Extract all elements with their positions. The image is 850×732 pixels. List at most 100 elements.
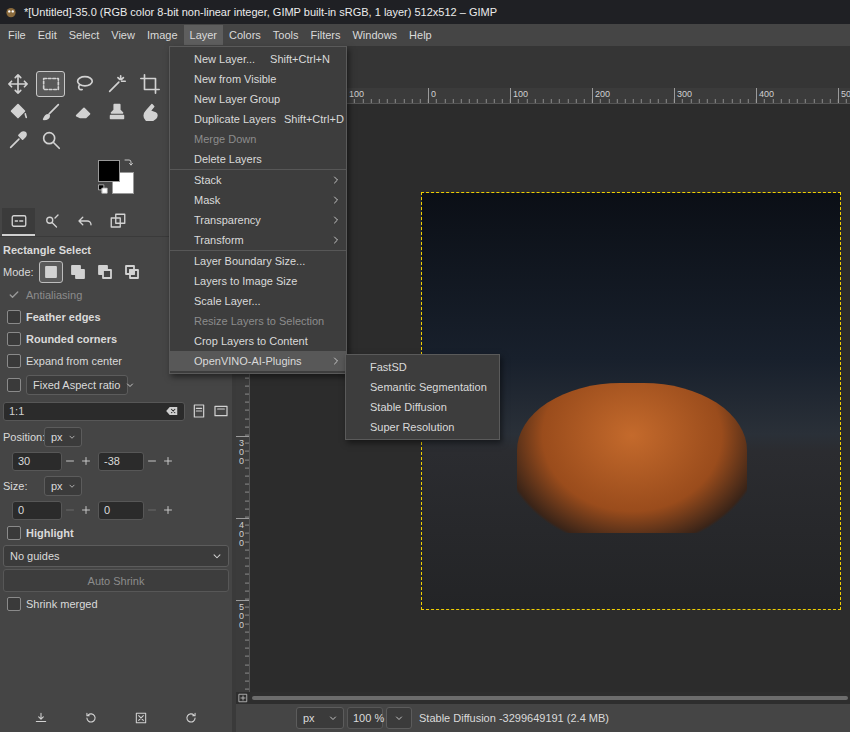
menu-edit[interactable]: Edit — [32, 25, 63, 45]
option-label[interactable]: Rounded corners — [26, 333, 117, 345]
unit-dropdown[interactable]: px — [296, 707, 344, 729]
crop-tool[interactable] — [135, 71, 164, 97]
menu-item[interactable]: Transform — [170, 230, 346, 250]
clear-icon[interactable] — [165, 404, 179, 418]
dock-tab[interactable] — [2, 208, 35, 236]
eraser-tool[interactable] — [69, 99, 98, 125]
add-mode-button[interactable] — [66, 261, 90, 283]
spin-field[interactable]: 0 — [98, 501, 144, 520]
menu-item[interactable]: Stack — [170, 170, 346, 190]
menu-colors[interactable]: Colors — [223, 25, 267, 45]
fixed-dropdown[interactable]: Fixed Aspect ratio — [26, 375, 128, 395]
menu-item[interactable]: New Layer...Shift+Ctrl+N — [170, 49, 346, 69]
menu-item-label: Transform — [194, 234, 330, 246]
menu-item[interactable]: Crop Layers to Content — [170, 331, 346, 351]
menu-item[interactable]: Scale Layer... — [170, 291, 346, 311]
decrement-button[interactable] — [62, 452, 78, 471]
dock-tab[interactable] — [68, 208, 101, 236]
clone-tool[interactable] — [102, 99, 131, 125]
swap-colors-icon[interactable] — [122, 158, 134, 170]
ruler-label: 400 — [759, 90, 774, 99]
move-tool[interactable] — [3, 71, 32, 97]
menu-file[interactable]: File — [2, 25, 32, 45]
landscape-icon[interactable] — [213, 403, 229, 419]
dock-tab[interactable] — [35, 208, 68, 236]
restore-icon[interactable] — [84, 711, 98, 725]
unit-dropdown[interactable]: px — [44, 427, 82, 447]
menu-item[interactable]: New from Visible — [170, 69, 346, 89]
fixed-checkbox[interactable] — [7, 378, 21, 392]
guides-dropdown[interactable]: No guides — [3, 545, 229, 567]
menu-filters[interactable]: Filters — [305, 25, 347, 45]
option-checkbox[interactable] — [7, 332, 21, 346]
reset-icon[interactable] — [184, 711, 198, 725]
bucket-fill-tool[interactable] — [3, 99, 32, 125]
ruler-label: 500 — [841, 90, 850, 99]
highlight-checkbox[interactable] — [7, 526, 21, 540]
shrink-merged-checkbox[interactable] — [7, 597, 21, 611]
increment-button[interactable] — [160, 501, 176, 520]
increment-button[interactable] — [78, 501, 94, 520]
replace-icon — [43, 264, 59, 280]
navigate-icon[interactable] — [238, 693, 248, 703]
tool-options-icon — [10, 212, 28, 230]
ratio-field[interactable]: 1:1 — [3, 402, 185, 421]
menu-item[interactable]: Duplicate LayersShift+Ctrl+D — [170, 109, 346, 129]
shrink-merged-label[interactable]: Shrink merged — [26, 598, 98, 610]
delete-icon[interactable] — [134, 711, 148, 725]
submenu-item[interactable]: Semantic Segmentation — [346, 377, 499, 397]
submenu-item[interactable]: FastSD — [346, 357, 499, 377]
menu-select[interactable]: Select — [63, 25, 106, 45]
horizontal-scrollbar[interactable] — [250, 692, 850, 704]
foreground-color[interactable] — [98, 160, 120, 182]
menu-help[interactable]: Help — [403, 25, 438, 45]
portrait-icon[interactable] — [191, 403, 207, 419]
menu-item[interactable]: OpenVINO-AI-Plugins — [170, 351, 346, 371]
smudge-tool[interactable] — [135, 99, 164, 125]
chevron-down-icon — [67, 432, 77, 442]
chevron-down-icon — [393, 712, 405, 724]
color-picker-tool[interactable] — [3, 127, 32, 153]
option-label[interactable]: Expand from center — [26, 355, 122, 367]
menu-view[interactable]: View — [105, 25, 141, 45]
paintbrush-tool[interactable] — [36, 99, 65, 125]
option-checkbox[interactable] — [7, 310, 21, 324]
menu-item[interactable]: New Layer Group — [170, 89, 346, 109]
option-checkbox[interactable] — [7, 354, 21, 368]
rect-select-tool[interactable] — [36, 71, 65, 97]
submenu-item[interactable]: Super Resolution — [346, 417, 499, 437]
menu-item[interactable]: Transparency — [170, 210, 346, 230]
zoom-dropdown[interactable] — [386, 707, 412, 729]
unit-dropdown[interactable]: px — [44, 476, 82, 496]
menu-layer[interactable]: Layer — [184, 25, 224, 45]
zoom-field[interactable]: 100 % — [347, 707, 383, 729]
spin-field[interactable]: -38 — [98, 452, 144, 471]
move-icon — [7, 73, 29, 95]
menu-tools[interactable]: Tools — [267, 25, 305, 45]
menu-image[interactable]: Image — [141, 25, 184, 45]
spin-field[interactable]: 0 — [12, 501, 62, 520]
subtract-mode-button[interactable] — [93, 261, 117, 283]
lasso-tool[interactable] — [69, 71, 98, 97]
submenu-arrow-icon — [330, 355, 342, 367]
intersect-mode-button[interactable] — [120, 261, 144, 283]
spin-field[interactable]: 30 — [12, 452, 62, 471]
menu-item[interactable]: Layer Boundary Size... — [170, 251, 346, 271]
menu-item[interactable]: Mask — [170, 190, 346, 210]
menu-item[interactable]: Layers to Image Size — [170, 271, 346, 291]
submenu-item[interactable]: Stable Diffusion — [346, 397, 499, 417]
replace-mode-button[interactable] — [39, 261, 63, 283]
zoom-tool[interactable] — [36, 127, 65, 153]
save-icon[interactable] — [34, 711, 48, 725]
menu-item[interactable]: Delete Layers — [170, 149, 346, 169]
reset-colors-icon[interactable] — [98, 184, 108, 194]
images-icon — [109, 212, 127, 230]
option-label[interactable]: Feather edges — [26, 311, 101, 323]
fuzzy-select-tool[interactable] — [102, 71, 131, 97]
decrement-button[interactable] — [144, 452, 160, 471]
highlight-label[interactable]: Highlight — [26, 527, 74, 539]
dock-tab[interactable] — [101, 208, 134, 236]
increment-button[interactable] — [160, 452, 176, 471]
increment-button[interactable] — [78, 452, 94, 471]
menu-windows[interactable]: Windows — [346, 25, 403, 45]
